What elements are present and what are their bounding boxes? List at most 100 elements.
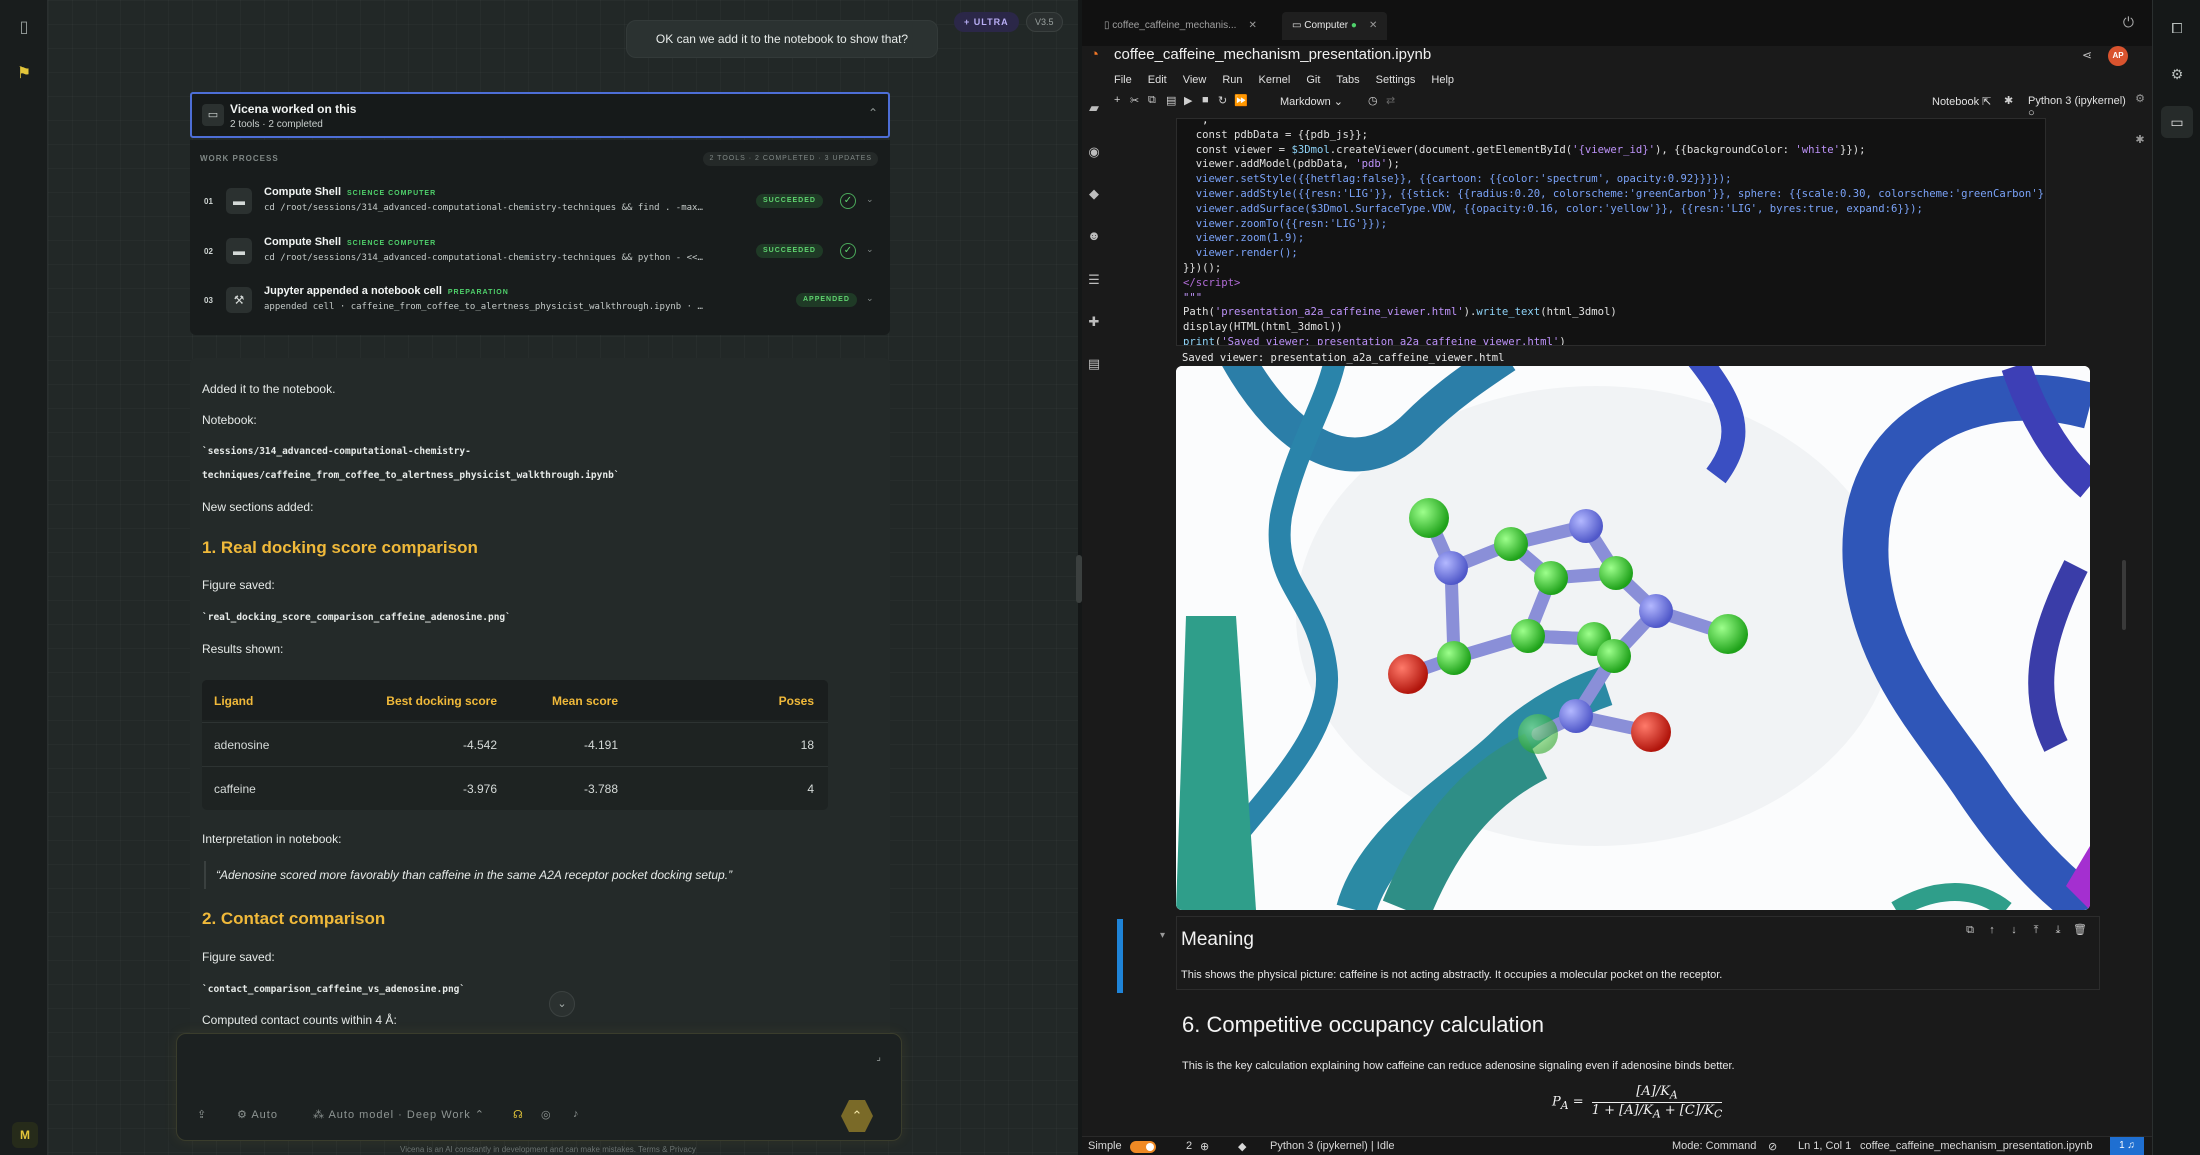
table-cell: 18 — [800, 738, 814, 752]
menu-settings[interactable]: Settings — [1376, 74, 1416, 86]
menu-view[interactable]: View — [1183, 74, 1207, 86]
close-icon[interactable]: ✕ — [1369, 20, 1377, 31]
expand-icon[interactable]: ⌟ — [876, 1052, 881, 1063]
terminal-count[interactable]: 2 — [1186, 1140, 1192, 1152]
table-cell: -3.976 — [462, 782, 497, 796]
bell-icon[interactable]: ♪ — [573, 1108, 580, 1120]
sidebar-toggle-icon[interactable]: ▯ — [14, 18, 34, 38]
chevron-down-icon[interactable]: ⌄ — [866, 194, 874, 205]
chat-flag-icon[interactable]: ⚑ — [14, 64, 34, 84]
app-root: ▯ ⚑ M + ULTRA V3.5 OK can we add it to t… — [0, 0, 2200, 1155]
auto-mode-button: Auto — [251, 1109, 278, 1121]
notification-button[interactable]: 1 ♫ — [2110, 1137, 2144, 1155]
compass-icon[interactable]: ◎ — [541, 1108, 552, 1121]
paste-icon[interactable]: ▤ — [1166, 94, 1176, 107]
oxygen-atom — [1388, 654, 1428, 694]
bug-icon[interactable]: ✱ — [2004, 94, 2013, 107]
command-mode: Mode: Command — [1672, 1140, 1757, 1152]
step-tag: PREPARATION — [447, 289, 509, 296]
work-summary-header[interactable]: ▭ Vicena worked on this 2 tools · 2 comp… — [190, 92, 890, 138]
section-heading: 6. Competitive occupancy calculation — [1182, 1012, 1544, 1037]
step-tag: SCIENCE COMPUTER — [347, 190, 437, 197]
table-row: caffeine -3.976 -3.788 4 — [202, 766, 828, 810]
response-text: Notebook: — [202, 413, 257, 427]
send-button[interactable]: ⌃ — [841, 1100, 873, 1132]
cursor-position[interactable]: Ln 1, Col 1 — [1798, 1140, 1851, 1152]
work-subtitle: 2 tools · 2 completed — [230, 119, 323, 130]
molecule-viewer[interactable] — [1176, 366, 2090, 910]
chevron-up-icon[interactable]: ⌃ — [868, 106, 878, 120]
status-bar: Simple 2 ⊕ ◆ Python 3 (ipykernel) | Idle… — [1082, 1136, 2152, 1155]
running-icon[interactable]: ◉ — [1086, 144, 1102, 160]
user-avatar[interactable]: M — [12, 1122, 38, 1148]
panel-toggle-icon[interactable]: ⧠ — [2167, 18, 2187, 38]
toc-icon[interactable]: ☰ — [1086, 272, 1102, 288]
menu-help[interactable]: Help — [1431, 74, 1454, 86]
ultra-badge[interactable]: + ULTRA — [954, 12, 1019, 32]
scroll-down-button[interactable]: ⌄ — [549, 991, 575, 1017]
computer-monitor-icon[interactable]: ▭ — [2161, 106, 2193, 138]
notebook-title[interactable]: coffee_caffeine_mechanism_presentation.i… — [1114, 46, 1431, 63]
menu-kernel[interactable]: Kernel — [1259, 74, 1291, 86]
jupyter-right-bar: ⚙ ✱ — [2128, 92, 2152, 172]
extension-icon[interactable]: ✚ — [1086, 314, 1102, 330]
scrollbar[interactable] — [2122, 560, 2126, 630]
chevron-down-icon[interactable]: ⌄ — [866, 293, 874, 304]
status-filename: coffee_caffeine_mechanism_presentation.i… — [1860, 1140, 2093, 1152]
close-icon[interactable]: ✕ — [1248, 20, 1256, 31]
run-all-icon[interactable]: ⏩ — [1234, 94, 1248, 107]
menu-run[interactable]: Run — [1222, 74, 1242, 86]
chat-icon[interactable]: ▤ — [1086, 356, 1102, 372]
user-avatar[interactable]: AP — [2108, 46, 2128, 66]
formula-fraction: [A]/KA 1 + [A]/KA + [C]/KC — [1591, 1084, 1723, 1120]
menu-edit[interactable]: Edit — [1148, 74, 1167, 86]
monitor-icon: ▭ — [1292, 20, 1305, 31]
clock-icon[interactable]: ◷ — [1368, 94, 1378, 107]
property-inspector-icon[interactable]: ⚙ — [2128, 92, 2152, 105]
tab-computer[interactable]: ▭ Computer ● ✕ — [1282, 12, 1388, 40]
users-icon[interactable]: ☻ — [1086, 228, 1102, 244]
menu-tabs[interactable]: Tabs — [1336, 74, 1359, 86]
share-icon[interactable]: ⋖ — [2082, 48, 2092, 62]
debugger-icon[interactable]: ✱ — [2128, 133, 2152, 146]
carbon-atom — [1511, 619, 1545, 653]
tab-notebook[interactable]: ▯ coffee_caffeine_mechanis... ✕ — [1098, 12, 1263, 40]
response-text: Results shown: — [202, 642, 284, 656]
collapse-icon[interactable]: ▾ — [1160, 930, 1165, 941]
kernel-status[interactable]: Python 3 (ipykernel) | Idle — [1270, 1140, 1395, 1152]
work-step[interactable]: 02 ▬ Compute Shell SCIENCE COMPUTER cd /r… — [190, 228, 890, 274]
disclaimer: Vicena is an AI constantly in developmen… — [400, 1145, 696, 1154]
work-step[interactable]: 03 ⚒ Jupyter appended a notebook cell PRE… — [190, 277, 890, 323]
simple-mode-toggle[interactable] — [1130, 1141, 1156, 1153]
table-header: Ligand Best docking score Mean score Pos… — [202, 680, 828, 720]
step-tag: SCIENCE COMPUTER — [347, 240, 437, 247]
work-title: Vicena worked on this — [230, 102, 357, 116]
terminal-icon: ⊕ — [1200, 1141, 1210, 1153]
git-diff-icon[interactable]: ⇄ — [1386, 94, 1395, 107]
notebook-path: `sessions/314_advanced-computational-che… — [202, 446, 471, 457]
run-icon[interactable]: ▶ — [1184, 94, 1192, 107]
work-step[interactable]: 01 ▬ Compute Shell SCIENCE COMPUTER cd /r… — [190, 178, 890, 224]
markdown-cell[interactable]: Meaning This shows the physical picture:… — [1176, 916, 2100, 990]
headphones-icon[interactable]: ☊ — [513, 1108, 524, 1121]
add-cell-icon[interactable]: + — [1114, 94, 1120, 106]
composer[interactable]: ⌟ ⇪ ⚙ Auto ⁂ Auto model · Deep Work ⌃ ☊ … — [176, 1033, 902, 1141]
status-badge: APPENDED — [796, 293, 857, 307]
upload-icon[interactable]: ⇪ — [197, 1108, 207, 1121]
git-icon[interactable]: ◆ — [1086, 186, 1102, 202]
menu-git[interactable]: Git — [1306, 74, 1320, 86]
restart-icon[interactable]: ↻ — [1218, 94, 1227, 107]
table-cell: caffeine — [214, 782, 256, 796]
power-icon[interactable]: ⏻ — [2123, 14, 2134, 31]
folder-icon[interactable]: ▰ — [1086, 100, 1102, 116]
cut-icon[interactable]: ✂ — [1130, 94, 1139, 107]
stop-icon[interactable]: ■ — [1202, 94, 1209, 106]
nitrogen-atom — [1639, 594, 1673, 628]
code-cell[interactable]: `; const pdbData = {{pdb_js}}; const vie… — [1176, 118, 2046, 346]
chevron-down-icon[interactable]: ⌄ — [866, 244, 874, 255]
left-rail: ▯ ⚑ M — [0, 0, 48, 1155]
markdown-heading: Meaning — [1181, 929, 1254, 950]
settings-icon[interactable]: ⚙ — [2167, 64, 2187, 84]
menu-file[interactable]: File — [1114, 74, 1132, 86]
copy-icon[interactable]: ⧉ — [1148, 94, 1156, 107]
